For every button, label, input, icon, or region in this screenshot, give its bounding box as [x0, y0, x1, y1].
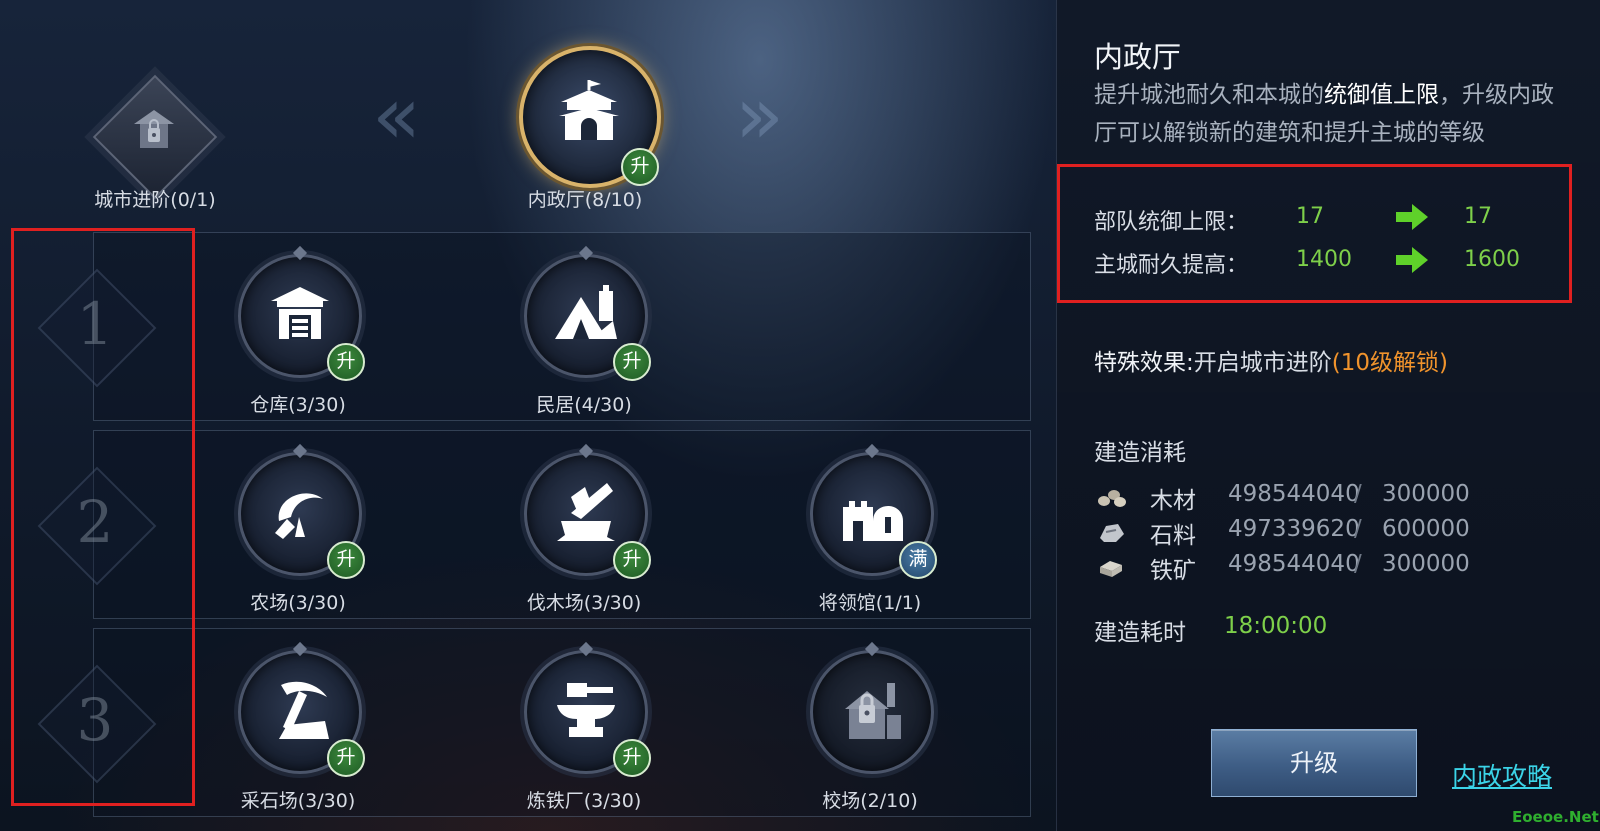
panel-description: 提升城池耐久和本城的统御值上限，升级内政厅可以解锁新的建筑和提升主城的等级 — [1094, 82, 1554, 146]
resource-row-wood: 木材 498544040 / 300000 — [1094, 481, 1554, 514]
max-level-badge: 满 — [899, 541, 937, 579]
special-effect: 特殊效果:开启城市进阶(10级解锁) — [1094, 350, 1448, 376]
building-name: 民居(4/30) — [536, 394, 632, 416]
warehouse-icon — [271, 287, 329, 339]
building-name: 伐木场(3/30) — [526, 592, 642, 614]
upgrade-button[interactable]: 升级 — [1211, 729, 1417, 797]
building-name: 校场(2/10) — [822, 790, 918, 812]
sickle-icon — [275, 493, 323, 539]
hammer-anvil-icon — [557, 683, 615, 737]
lock-building-icon — [134, 110, 174, 148]
castle-helmet-icon — [843, 501, 903, 541]
upgrade-badge: 升 — [613, 739, 651, 777]
stone-icon — [1100, 524, 1124, 542]
palace-icon — [559, 80, 619, 140]
tent-icon — [555, 285, 617, 339]
axe-stump-icon — [557, 483, 615, 541]
stat-row-durability: 主城耐久提高： 1400 1600 — [1094, 247, 1520, 279]
resource-row-iron: 铁矿 498544040 / 300000 — [1094, 551, 1554, 584]
main-hall-label: 内政厅(8/10) — [527, 189, 643, 211]
city-advance-label: 城市进阶(0/1) — [94, 189, 216, 211]
panel-title: 内政厅 — [1094, 40, 1182, 74]
building-name: 农场(3/30) — [250, 592, 346, 614]
upgrade-badge: 升 — [327, 541, 365, 579]
locked-building-icon — [845, 683, 901, 739]
building-name: 采石场(3/30) — [240, 790, 356, 812]
chevron-right-icon: » — [735, 69, 784, 162]
building-name: 炼铁厂(3/30) — [526, 790, 642, 812]
stat-row-command: 部队统御上限： 17 17 — [1094, 204, 1492, 236]
watermark: Eoeoe.Net — [1512, 808, 1599, 826]
upgrade-badge: 升 — [613, 541, 651, 579]
building-name: 仓库(3/30) — [250, 394, 346, 416]
upgrade-badge: 升 — [613, 343, 651, 381]
stat-label: 主城耐久提高： — [1094, 253, 1249, 278]
iron-icon — [1100, 561, 1122, 577]
pickaxe-icon — [279, 681, 329, 739]
stat-label: 部队统御上限： — [1094, 210, 1249, 235]
cost-title: 建造消耗 — [1094, 440, 1186, 466]
build-time-label: 建造耗时 — [1094, 620, 1186, 646]
upgrade-badge: 升 — [327, 343, 365, 381]
highlight-box-rows — [11, 228, 195, 806]
guide-link[interactable]: 内政攻略 — [1452, 757, 1552, 793]
main-hall-button[interactable]: 升 — [519, 46, 661, 188]
resource-row-stone: 石料 497339620 / 600000 — [1094, 516, 1554, 549]
upgrade-badge: 升 — [327, 739, 365, 777]
build-time-value: 18:00:00 — [1224, 613, 1328, 639]
arrow-right-icon — [1396, 204, 1428, 230]
stat-to: 1600 — [1464, 247, 1520, 272]
building-name: 将领馆(1/1) — [818, 592, 922, 614]
upgrade-badge: 升 — [621, 148, 659, 186]
arrow-right-icon — [1396, 247, 1428, 273]
chevron-left-icon: « — [372, 69, 421, 162]
wood-icon — [1098, 490, 1126, 507]
stat-to: 17 — [1464, 204, 1492, 229]
